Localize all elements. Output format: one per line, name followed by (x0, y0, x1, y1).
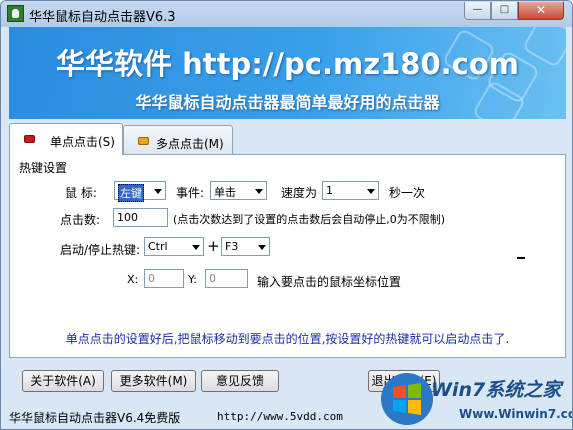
speed-value: 1 (326, 184, 333, 197)
watermark: Win7系统之家 Www.Winwin7.com (379, 367, 572, 429)
watermark-url: Www.Winwin7.com (459, 407, 572, 421)
click-count-label: 点击数: (60, 213, 101, 227)
minus-icon (517, 257, 525, 259)
watermark-text: Win7系统之家 (431, 379, 562, 401)
minimize-button[interactable]: — (464, 2, 491, 20)
close-button[interactable]: ✕ (518, 2, 564, 20)
x-coordinate-input[interactable]: 0 (144, 269, 184, 288)
x-label: X: (127, 273, 139, 286)
orange-led-icon (138, 137, 149, 145)
tab-label: 多点点击(M) (156, 137, 224, 151)
chevron-down-icon (154, 189, 162, 194)
y-label: Y: (188, 273, 197, 286)
hotkey-key-select[interactable]: F3 (221, 237, 270, 256)
feedback-button[interactable]: 意见反馈 (201, 370, 279, 392)
event-value: 单击 (214, 186, 236, 199)
chevron-down-icon (367, 189, 375, 194)
banner-title: 华华软件 http://pc.mz180.com (56, 47, 519, 81)
maximize-button[interactable]: □ (491, 2, 518, 20)
speed-unit-label: 秒一次 (389, 186, 426, 200)
event-label: 事件: (176, 186, 205, 200)
tab-single-click[interactable]: 单点点击(S) (9, 123, 123, 155)
red-led-icon (24, 135, 35, 143)
status-version: 华华鼠标自动点击器V6.4免费版 (9, 411, 181, 425)
windows-logo-icon (381, 373, 433, 425)
app-window: 华华鼠标自动点击器V6.3 — □ ✕ 华华软件 http://pc.mz180… (0, 0, 573, 430)
chevron-down-icon (255, 189, 263, 194)
hotkey-section-label: 热键设置 (19, 161, 68, 175)
title-bar[interactable]: 华华鼠标自动点击器V6.3 — □ ✕ (1, 1, 572, 27)
banner: 华华软件 http://pc.mz180.com 华华鼠标自动点击器最简单最好用… (9, 27, 566, 119)
y-coordinate-input[interactable]: 0 (205, 269, 248, 288)
about-button[interactable]: 关于软件(A) (22, 370, 104, 392)
hotkey-label: 启动/停止热键: (60, 243, 141, 257)
app-icon (7, 5, 24, 22)
mouse-label: 鼠 标: (65, 186, 97, 200)
click-count-note: (点击次数达到了设置的点击数后会自动停止,0为不限制) (173, 213, 446, 226)
coord-note: 输入要点击的鼠标坐标位置 (257, 275, 402, 289)
status-url-link[interactable]: http://www.5vdd.com (217, 410, 343, 423)
plus-label: + (207, 237, 220, 255)
chevron-down-icon (258, 245, 266, 250)
tab-multi-click[interactable]: 多点点击(M) (123, 125, 233, 155)
usage-hint: 单点点击的设置好后,把鼠标移动到要点击的位置,按设置好的热键就可以启动点击了. (65, 332, 510, 346)
hotkey-modifier-select[interactable]: Ctrl (144, 237, 204, 256)
chevron-down-icon (192, 245, 200, 250)
speed-label: 速度为 (281, 186, 318, 200)
banner-subtitle: 华华鼠标自动点击器最简单最好用的点击器 (135, 93, 440, 112)
more-software-button[interactable]: 更多软件(M) (111, 370, 196, 392)
click-count-input[interactable]: 100 (113, 208, 168, 227)
event-select[interactable]: 单击 (210, 181, 267, 200)
mouse-button-value: 左键 (118, 184, 144, 202)
hotkey-key-value: F3 (225, 240, 239, 253)
hotkey-modifier-value: Ctrl (148, 240, 168, 253)
window-title: 华华鼠标自动点击器V6.3 (29, 10, 176, 25)
mouse-button-select[interactable]: 左键 (114, 181, 166, 202)
speed-select[interactable]: 1 (322, 181, 379, 200)
tab-label: 单点点击(S) (50, 135, 115, 149)
